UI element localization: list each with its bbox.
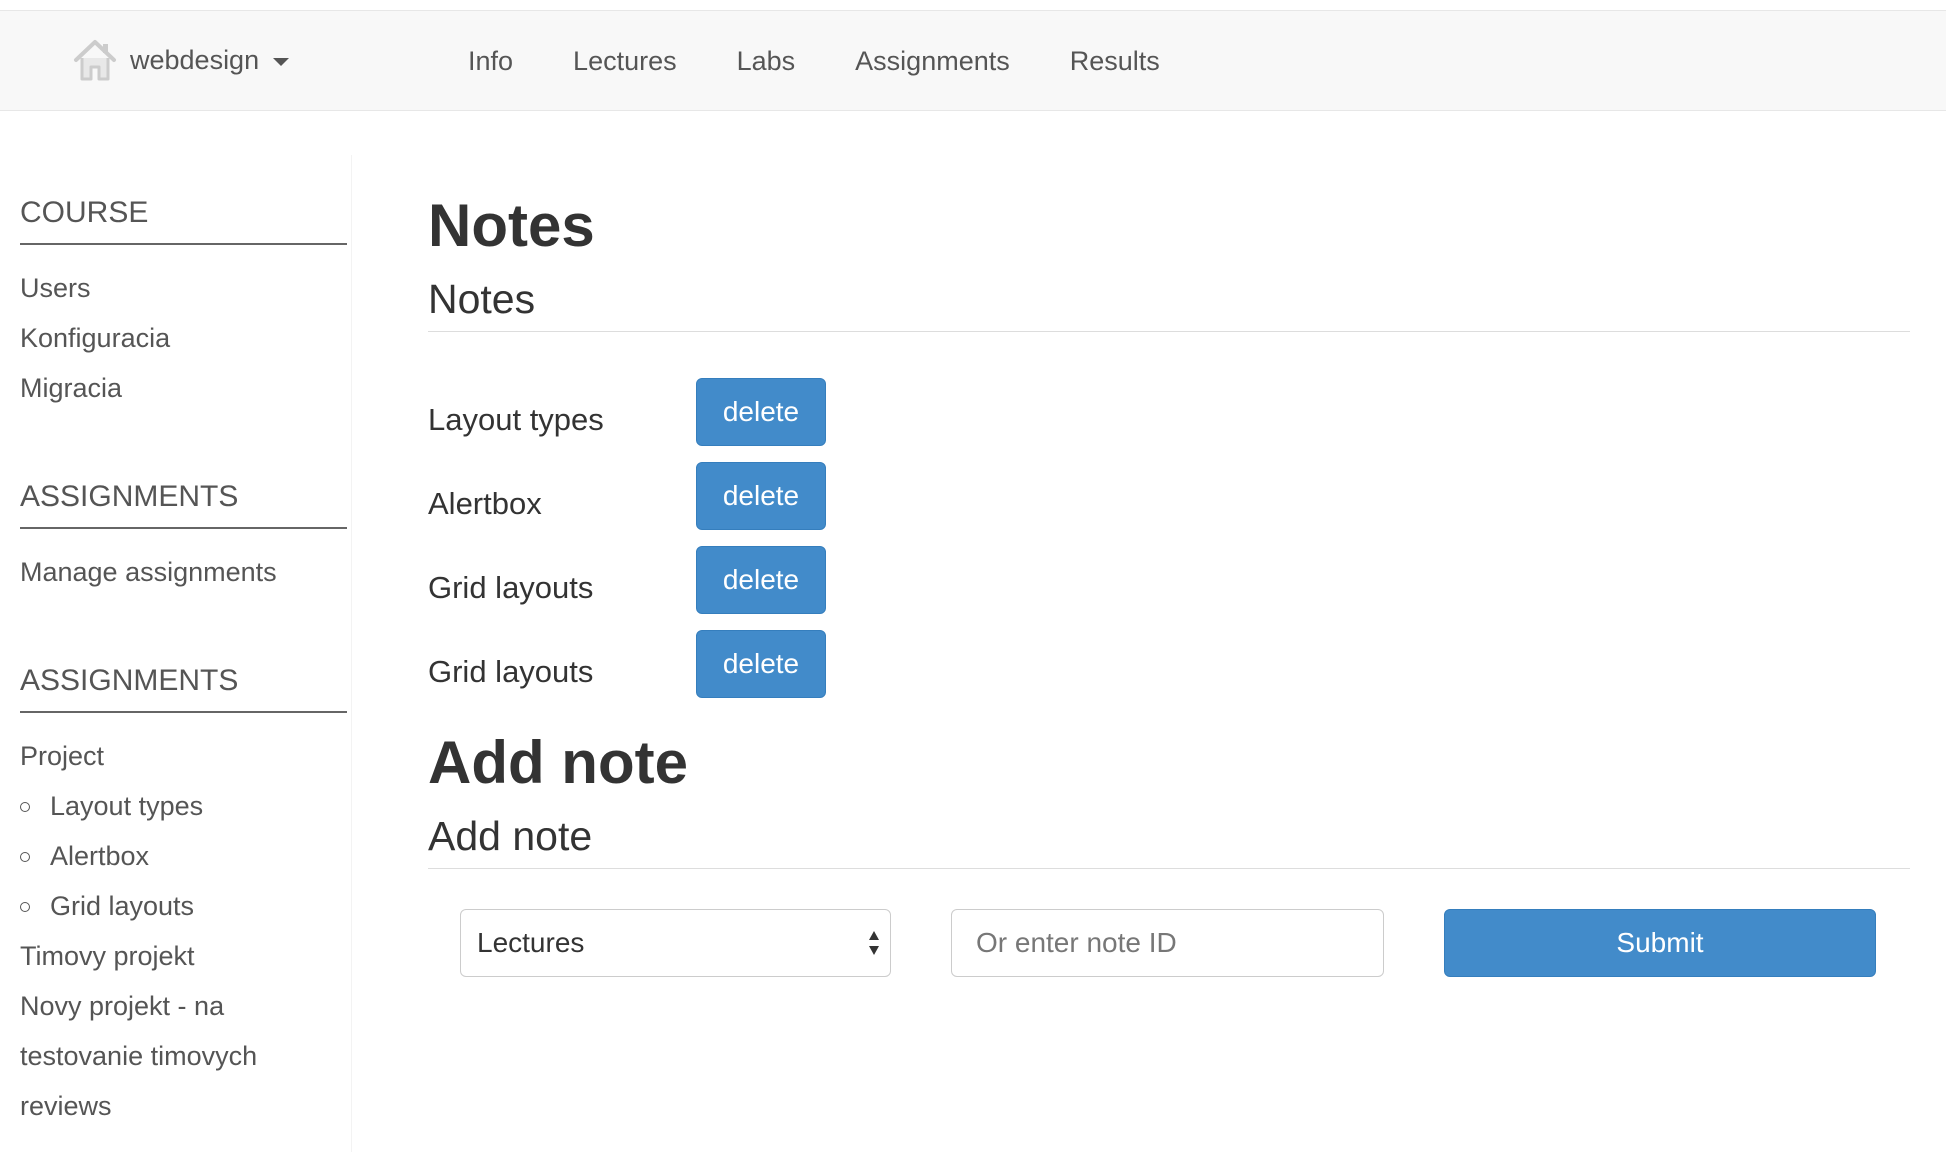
add-note-subtitle: Add note [428, 812, 1910, 869]
notes-list: Layout types delete Alertbox delete Grid… [428, 370, 1910, 706]
sidebar-item-users[interactable]: Users [20, 263, 347, 313]
category-select-value: Lectures [477, 927, 585, 958]
delete-button[interactable]: delete [696, 630, 826, 698]
sidebar-section-course: COURSE Users Konfiguracia Migracia [20, 195, 347, 413]
sidebar-item-novy-projekt-line2[interactable]: testovanie timovych [20, 1031, 347, 1081]
nav-link-assignments[interactable]: Assignments [855, 46, 1010, 77]
chevron-down-icon [273, 58, 290, 66]
sidebar-item-konfiguracia[interactable]: Konfiguracia [20, 313, 347, 363]
add-note-title: Add note [428, 729, 688, 796]
nav-link-lectures[interactable]: Lectures [573, 46, 677, 77]
main-content: Notes Notes Layout types delete Alertbox… [428, 155, 1910, 977]
add-note-form: Lectures Submit [428, 909, 1910, 977]
home-icon [74, 40, 116, 81]
notes-subtitle: Notes [428, 275, 1910, 332]
note-title: Layout types [428, 402, 604, 437]
sidebar-item-timovy-projekt[interactable]: Timovy projekt [20, 931, 347, 981]
sidebar-section-assignments-list: ASSIGNMENTS Project Layout types Alertbo… [20, 663, 347, 1131]
sidebar-item-project[interactable]: Project [20, 731, 347, 781]
note-title: Grid layouts [428, 654, 594, 689]
delete-button[interactable]: delete [696, 378, 826, 446]
sidebar-item-migracia[interactable]: Migracia [20, 363, 347, 413]
list-item: Grid layouts delete [428, 622, 1910, 706]
sidebar-item-manage-assignments[interactable]: Manage assignments [20, 547, 347, 597]
sidebar-heading-assignments-list: ASSIGNMENTS [20, 663, 347, 713]
select-arrows-icon [869, 931, 879, 955]
sidebar-subitem-alertbox[interactable]: Alertbox [20, 831, 347, 881]
sidebar-item-novy-projekt-line3[interactable]: reviews [20, 1081, 347, 1131]
delete-button[interactable]: delete [696, 546, 826, 614]
sidebar-section-assignments-manage: ASSIGNMENTS Manage assignments [20, 479, 347, 597]
note-title: Alertbox [428, 486, 542, 521]
page-title: Notes [428, 192, 595, 259]
category-select[interactable]: Lectures [460, 909, 891, 977]
sidebar-subitem-grid-layouts[interactable]: Grid layouts [20, 881, 347, 931]
nav-link-results[interactable]: Results [1070, 46, 1160, 77]
nav-link-labs[interactable]: Labs [737, 46, 796, 77]
list-item: Grid layouts delete [428, 538, 1910, 622]
list-item: Layout types delete [428, 370, 1910, 454]
top-navbar: webdesign Info Lectures Labs Assignments… [0, 10, 1946, 111]
brand-dropdown[interactable]: webdesign [72, 35, 290, 85]
sidebar-item-novy-projekt-line1[interactable]: Novy projekt - na [20, 981, 347, 1031]
sidebar-heading-assignments: ASSIGNMENTS [20, 479, 347, 529]
sidebar: COURSE Users Konfiguracia Migracia ASSIG… [0, 155, 352, 1152]
note-id-input[interactable] [951, 909, 1384, 977]
note-title: Grid layouts [428, 570, 594, 605]
brand-label: webdesign [130, 44, 260, 75]
delete-button[interactable]: delete [696, 462, 826, 530]
nav-links: Info Lectures Labs Assignments Results [468, 11, 1220, 112]
list-item: Alertbox delete [428, 454, 1910, 538]
submit-button[interactable]: Submit [1444, 909, 1876, 977]
sidebar-subitem-layout-types[interactable]: Layout types [20, 781, 347, 831]
nav-link-info[interactable]: Info [468, 46, 513, 77]
sidebar-heading-course: COURSE [20, 195, 347, 245]
